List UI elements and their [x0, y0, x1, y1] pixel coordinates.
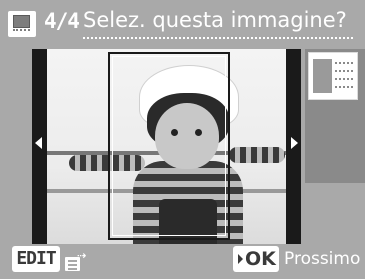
arrow-right-icon[interactable] [291, 137, 298, 149]
page-counter: 4/4 [44, 9, 80, 33]
layout-image-glyph [13, 15, 30, 28]
ok-label: OK [245, 248, 276, 270]
photo-arm-right [229, 147, 285, 163]
triangle-right-icon [238, 254, 243, 264]
crop-frame-inner [112, 56, 226, 236]
edit-document-icon: ⇢ [64, 249, 87, 272]
layout-thumb-image [313, 59, 332, 93]
title-underline [83, 37, 353, 39]
footer-bar: EDIT ⇢ OK Prossimo [0, 244, 365, 279]
next-label: Prossimo [284, 249, 361, 269]
layout-thumbnail-icon [308, 52, 358, 100]
page-title: Selez. questa immagine? [83, 8, 347, 32]
print-layout-icon [8, 11, 36, 37]
layout-lines-glyph [13, 29, 30, 35]
layout-thumb-line [335, 78, 353, 80]
layout-thumb-line [335, 86, 353, 88]
photo-frame [32, 49, 301, 244]
edit-arrow-glyph: ⇢ [77, 249, 87, 262]
layout-thumb-line [335, 62, 353, 64]
screen: 4/4 Selez. questa immagine? EDIT ⇢ OK Pr… [0, 0, 365, 279]
ok-button[interactable]: OK [233, 246, 279, 272]
header-bar: 4/4 Selez. questa immagine? [0, 0, 365, 44]
arrow-left-icon[interactable] [35, 137, 42, 149]
layout-preview-panel [305, 49, 365, 183]
edit-button[interactable]: EDIT [12, 246, 60, 272]
layout-thumb-line [335, 70, 353, 72]
